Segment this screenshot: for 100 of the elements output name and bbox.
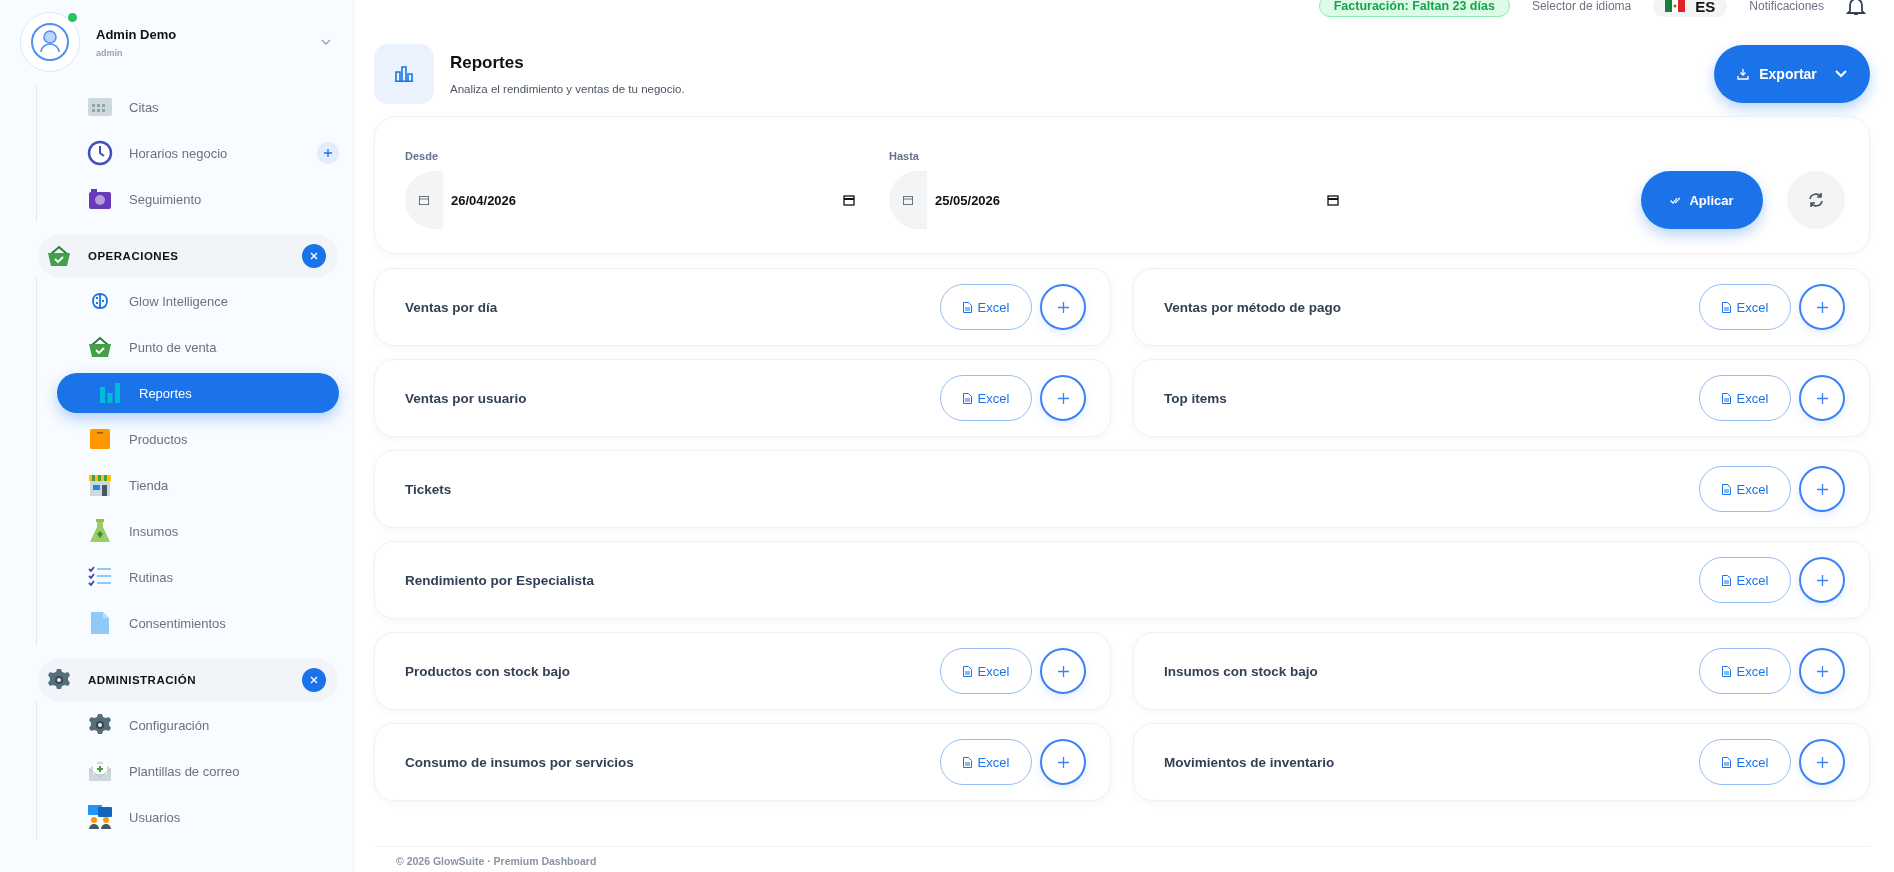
report-title: Tickets bbox=[405, 481, 453, 497]
document-icon bbox=[1721, 301, 1731, 313]
expand-button[interactable] bbox=[1799, 739, 1845, 785]
expand-button[interactable] bbox=[1799, 284, 1845, 330]
plus-icon bbox=[1057, 392, 1069, 404]
field-label: Desde bbox=[405, 150, 440, 162]
double-check-icon bbox=[1670, 196, 1682, 204]
excel-button[interactable]: Excel bbox=[1699, 648, 1791, 694]
excel-button[interactable]: Excel bbox=[1699, 739, 1791, 785]
expand-button[interactable] bbox=[1799, 648, 1845, 694]
expand-button[interactable] bbox=[1040, 375, 1086, 421]
user-role: admin bbox=[96, 47, 124, 58]
nav-item[interactable]: Punto de venta bbox=[37, 324, 353, 370]
excel-button[interactable]: Excel bbox=[1699, 375, 1791, 421]
expand-button[interactable] bbox=[1040, 648, 1086, 694]
document-icon bbox=[90, 611, 110, 635]
refresh-icon bbox=[1808, 192, 1824, 208]
nav-item[interactable]: Plantillas de correo bbox=[37, 748, 353, 794]
nav-item[interactable]: Tienda bbox=[37, 462, 353, 508]
document-icon bbox=[1721, 574, 1731, 586]
document-icon bbox=[1721, 483, 1731, 495]
document-icon bbox=[962, 301, 972, 313]
document-icon bbox=[1721, 665, 1731, 677]
plus-icon bbox=[1816, 483, 1828, 495]
section-header[interactable]: OPERACIONES bbox=[38, 234, 338, 278]
expand-button[interactable] bbox=[1799, 375, 1845, 421]
nav-item[interactable]: Configuración bbox=[37, 702, 353, 748]
expand-button[interactable] bbox=[1799, 557, 1845, 603]
chevron-down-icon bbox=[1834, 70, 1847, 78]
excel-button[interactable]: Excel bbox=[940, 648, 1032, 694]
expand-button[interactable] bbox=[1040, 284, 1086, 330]
user-name: Admin Demo bbox=[96, 26, 178, 42]
plus-icon bbox=[1816, 301, 1828, 313]
close-icon bbox=[310, 676, 318, 684]
nav-item[interactable]: Productos bbox=[37, 416, 353, 462]
export-button[interactable]: Exportar bbox=[1714, 45, 1870, 103]
expand-button[interactable] bbox=[1799, 466, 1845, 512]
users-icon bbox=[88, 805, 112, 829]
basket-icon bbox=[47, 245, 71, 267]
date-field[interactable]: 26/04/2026 bbox=[405, 171, 865, 229]
chevron-down-icon[interactable] bbox=[321, 39, 331, 45]
apply-button[interactable]: Aplicar bbox=[1641, 171, 1763, 229]
expand-button[interactable] bbox=[1040, 739, 1086, 785]
nav-item[interactable]: Seguimiento bbox=[37, 176, 353, 222]
calendar-icon bbox=[419, 195, 429, 205]
report-title: Consumo de insumos por servicios bbox=[405, 754, 635, 770]
calendar-icon[interactable] bbox=[843, 194, 855, 206]
excel-button[interactable]: Excel bbox=[940, 284, 1032, 330]
nav-item[interactable]: Citas bbox=[37, 84, 353, 130]
box-icon bbox=[89, 428, 111, 450]
excel-button[interactable]: Excel bbox=[1699, 284, 1791, 330]
flag-icon bbox=[1665, 0, 1686, 12]
plus-icon bbox=[1057, 756, 1069, 768]
basket-icon bbox=[88, 336, 112, 358]
gear-icon bbox=[88, 713, 112, 737]
nav-item[interactable]: Consentimientos bbox=[37, 600, 353, 646]
excel-button[interactable]: Excel bbox=[940, 739, 1032, 785]
notifications-label: Notificaciones bbox=[1749, 0, 1824, 13]
nav-item[interactable]: Rutinas bbox=[37, 554, 353, 600]
add-button[interactable] bbox=[317, 142, 339, 164]
bell-icon[interactable] bbox=[1846, 0, 1866, 16]
collapse-button[interactable] bbox=[302, 668, 326, 692]
document-icon bbox=[962, 756, 972, 768]
excel-button[interactable]: Excel bbox=[1699, 557, 1791, 603]
gear-icon bbox=[47, 668, 71, 692]
excel-button[interactable]: Excel bbox=[940, 375, 1032, 421]
download-icon bbox=[1737, 68, 1750, 80]
report-title: Ventas por usuario bbox=[405, 390, 528, 406]
nav-item[interactable]: Usuarios bbox=[37, 794, 353, 840]
date-input: 25/05/2026 bbox=[927, 191, 1327, 209]
report-title: Insumos con stock bajo bbox=[1164, 663, 1319, 679]
language-selector[interactable]: ES bbox=[1653, 0, 1728, 17]
plus-icon bbox=[1816, 392, 1828, 404]
calendar-icon bbox=[903, 195, 913, 205]
report-title: Rendimiento por Especialista bbox=[405, 572, 596, 588]
collapse-button[interactable] bbox=[302, 244, 326, 268]
date-field[interactable]: 25/05/2026 bbox=[889, 171, 1349, 229]
plus-icon bbox=[1057, 301, 1069, 313]
plus-icon bbox=[324, 149, 332, 157]
document-icon bbox=[962, 392, 972, 404]
checklist-icon bbox=[88, 566, 112, 588]
nav-item[interactable]: Horarios negocio bbox=[37, 130, 353, 176]
report-title: Ventas por método de pago bbox=[1164, 299, 1343, 315]
section-title: OPERACIONES bbox=[88, 250, 180, 262]
nav-item[interactable]: Glow Intelligence bbox=[37, 278, 353, 324]
document-icon bbox=[1721, 756, 1731, 768]
bar-chart-icon bbox=[99, 382, 121, 404]
section-header[interactable]: ADMINISTRACIÓN bbox=[38, 658, 338, 702]
user-icon bbox=[30, 22, 70, 62]
envelope-icon bbox=[88, 760, 112, 782]
calendar-icon[interactable] bbox=[1327, 194, 1339, 206]
nav-item[interactable]: Insumos bbox=[37, 508, 353, 554]
brain-icon bbox=[91, 292, 109, 310]
language-label: Selector de idioma bbox=[1531, 0, 1632, 13]
report-title: Productos con stock bajo bbox=[405, 663, 572, 679]
nav-item[interactable]: Reportes bbox=[57, 373, 339, 413]
page-subtitle: Analiza el rendimiento y ventas de tu negocio. bbox=[450, 83, 686, 95]
clock-icon bbox=[87, 140, 113, 166]
calendar-icon bbox=[87, 96, 113, 118]
excel-button[interactable]: Excel bbox=[1699, 466, 1791, 512]
